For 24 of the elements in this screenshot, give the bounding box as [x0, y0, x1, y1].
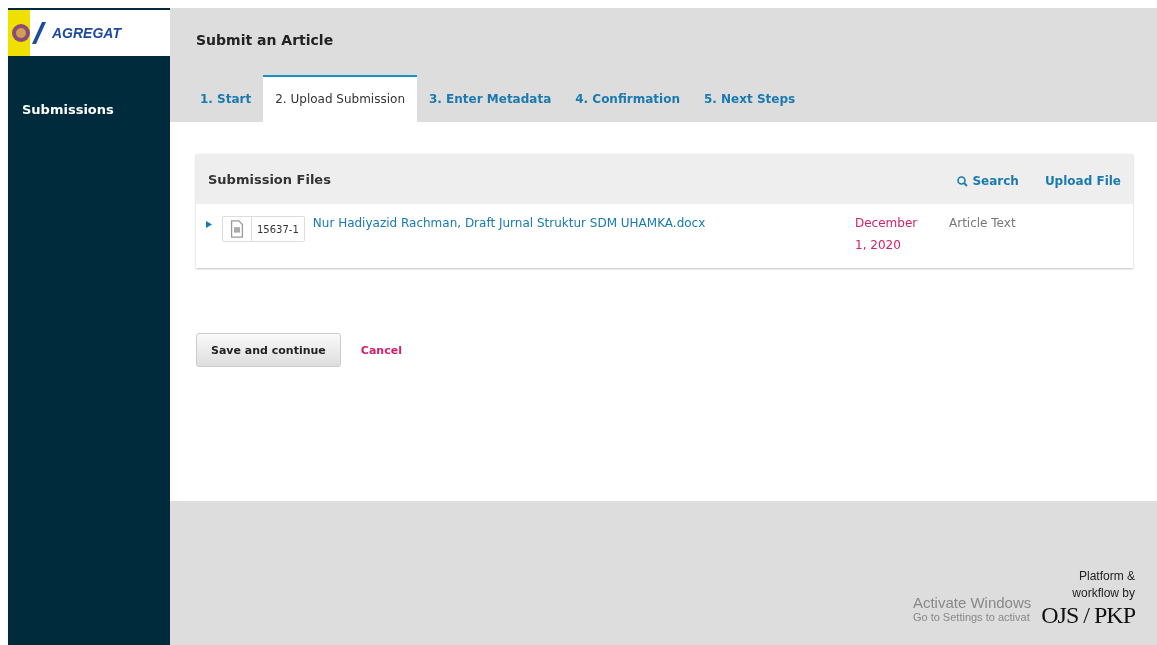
- save-button[interactable]: Save and continue: [196, 333, 341, 367]
- expand-icon[interactable]: [206, 221, 212, 228]
- step-tab[interactable]: 4. Confirmation: [563, 75, 692, 122]
- ojs-pkp-logo[interactable]: OJS / PKP: [1041, 602, 1135, 629]
- file-name-link[interactable]: Nur Hadiyazid Rachman, Draft Jurnal Struktur SDM UHAMKA.docx: [312, 216, 855, 230]
- upload-link[interactable]: Upload File: [1044, 174, 1121, 188]
- activation-title: Activate Windows: [912, 594, 1032, 611]
- emblem-icon: [12, 20, 46, 46]
- logo-text: AGREGAT: [52, 25, 121, 41]
- platform-caption: Platform & workflow by: [1071, 568, 1135, 602]
- journal-logo[interactable]: AGREGAT: [8, 10, 170, 56]
- page-title: Submit an Article: [195, 31, 335, 48]
- step-tab[interactable]: 3. Enter Metadata: [417, 75, 564, 122]
- file-type: Article Text: [949, 216, 1017, 230]
- step-tab[interactable]: 2. Upload Submission: [263, 75, 417, 122]
- search-link[interactable]: Search: [957, 174, 1019, 188]
- panel-title: Submission Files: [208, 171, 332, 187]
- cancel-link[interactable]: Cancel: [360, 343, 402, 357]
- file-id: 15637-1: [256, 222, 300, 237]
- sidebar-item[interactable]: Submissions: [8, 102, 170, 117]
- search-icon: [957, 175, 969, 187]
- step-tab[interactable]: 5. Next Steps: [691, 75, 808, 122]
- activation-text: Go to Settings to activat: [912, 611, 1030, 623]
- step-tab[interactable]: 1. Start: [188, 75, 264, 122]
